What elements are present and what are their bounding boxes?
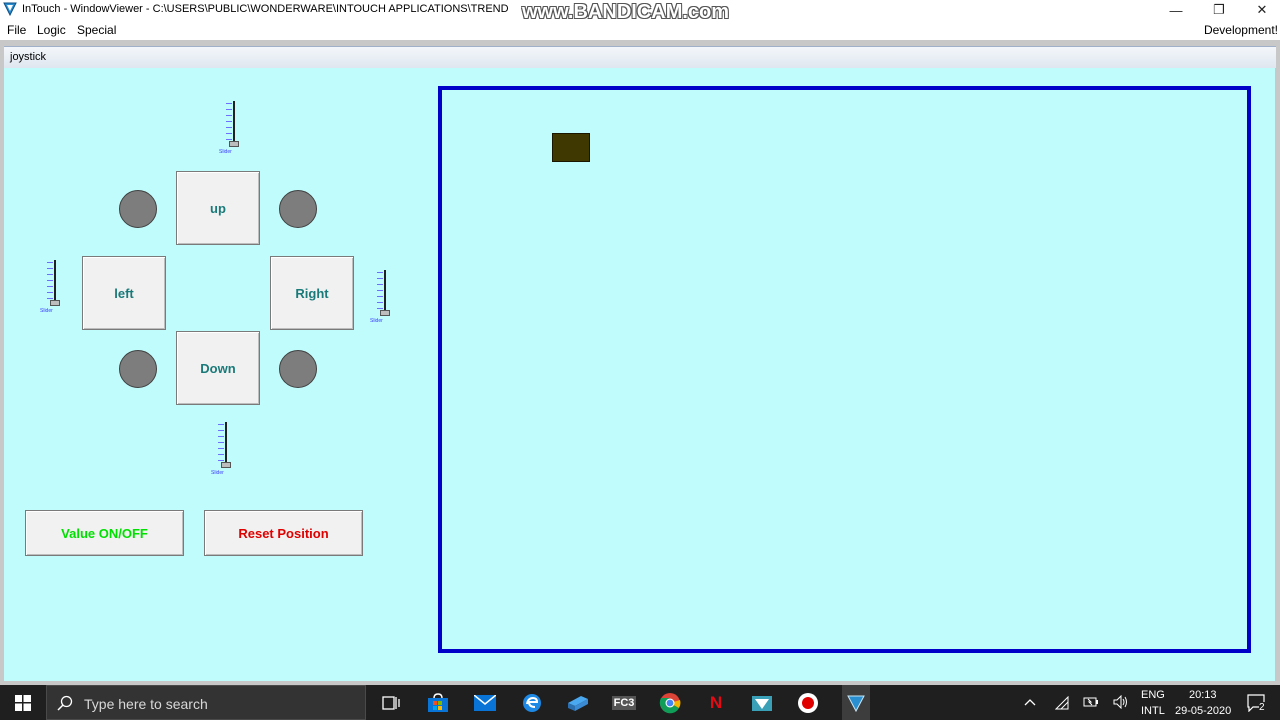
- slider-caption: Slider: [211, 470, 224, 476]
- window-caption-text: joystick: [10, 51, 47, 63]
- reset-position-button[interactable]: Reset Position: [204, 510, 363, 556]
- position-marker: [552, 133, 590, 162]
- chrome-icon[interactable]: [658, 691, 682, 715]
- fc3-icon[interactable]: FC3: [611, 691, 637, 715]
- mail-icon[interactable]: [473, 691, 497, 715]
- clock-date[interactable]: 29-05-2020: [1175, 705, 1231, 717]
- intouch-icon[interactable]: [842, 685, 870, 720]
- slider-ticks: [226, 103, 232, 145]
- keyboard-layout-label[interactable]: INTL: [1141, 705, 1165, 717]
- search-icon: [57, 695, 73, 711]
- restore-button[interactable]: ❐: [1197, 0, 1241, 20]
- development-label[interactable]: Development!: [1204, 23, 1278, 37]
- slider-ticks: [377, 272, 383, 314]
- right-button[interactable]: Right: [270, 256, 354, 330]
- netflix-icon[interactable]: N: [704, 691, 728, 715]
- slider-ticks: [218, 424, 224, 466]
- window-caption: joystick: [4, 46, 1276, 68]
- close-button[interactable]: ✕: [1240, 0, 1280, 20]
- position-display-panel: [438, 86, 1251, 653]
- chevron-up-icon[interactable]: [1024, 697, 1036, 707]
- explorer-icon[interactable]: [566, 691, 590, 715]
- language-label[interactable]: ENG: [1141, 689, 1165, 701]
- indicator-lamp-bottom-left: [119, 350, 157, 388]
- task-view-icon[interactable]: [379, 691, 403, 715]
- clock-time[interactable]: 20:13: [1189, 689, 1217, 701]
- netflix-label: N: [709, 693, 723, 712]
- window-title: InTouch - WindowViewer - C:\USERS\PUBLIC…: [22, 3, 509, 15]
- slider-thumb[interactable]: [50, 300, 60, 306]
- menu-file[interactable]: File: [7, 23, 26, 37]
- fc3-label: FC3: [611, 696, 637, 710]
- indicator-lamp-top-right: [279, 190, 317, 228]
- slider-caption: Slider: [219, 149, 232, 155]
- slider-right[interactable]: Slider: [369, 268, 399, 326]
- edge-icon[interactable]: [520, 691, 544, 715]
- slider-ticks: [47, 262, 53, 304]
- value-on-off-button[interactable]: Value ON/OFF: [25, 510, 184, 556]
- slider-caption: Slider: [370, 318, 383, 324]
- record-icon[interactable]: [796, 691, 820, 715]
- taskbar-search[interactable]: Type here to search: [46, 685, 366, 720]
- menu-logic[interactable]: Logic: [37, 23, 66, 37]
- slider-thumb[interactable]: [221, 462, 231, 468]
- intouch-app-icon: [3, 2, 17, 16]
- windows-logo-icon: [15, 694, 31, 711]
- indicator-lamp-top-left: [119, 190, 157, 228]
- title-bar: InTouch - WindowViewer - C:\USERS\PUBLIC…: [0, 0, 1280, 23]
- battery-icon[interactable]: [1083, 696, 1099, 708]
- down-button[interactable]: Down: [176, 331, 260, 405]
- network-icon[interactable]: [1055, 696, 1069, 710]
- search-placeholder: Type here to search: [84, 696, 208, 712]
- start-button[interactable]: [0, 685, 46, 720]
- notification-count: 2: [1259, 702, 1265, 713]
- taskbar: Type here to search FC3 N ENG INTL 20:13…: [0, 685, 1280, 720]
- slider-thumb[interactable]: [380, 310, 390, 316]
- up-button[interactable]: up: [176, 171, 260, 245]
- minimize-button[interactable]: —: [1154, 0, 1198, 20]
- slider-down[interactable]: Slider: [210, 420, 240, 478]
- volume-icon[interactable]: [1113, 695, 1129, 709]
- slider-caption: Slider: [40, 308, 53, 314]
- app-icon[interactable]: [750, 691, 774, 715]
- indicator-lamp-bottom-right: [279, 350, 317, 388]
- slider-up[interactable]: Slider: [218, 99, 248, 157]
- slider-left[interactable]: Slider: [39, 258, 69, 316]
- store-icon[interactable]: [426, 691, 450, 715]
- menu-special[interactable]: Special: [77, 23, 116, 37]
- slider-thumb[interactable]: [229, 141, 239, 147]
- menu-bar: File Logic Special Development!: [0, 20, 1280, 40]
- left-button[interactable]: left: [82, 256, 166, 330]
